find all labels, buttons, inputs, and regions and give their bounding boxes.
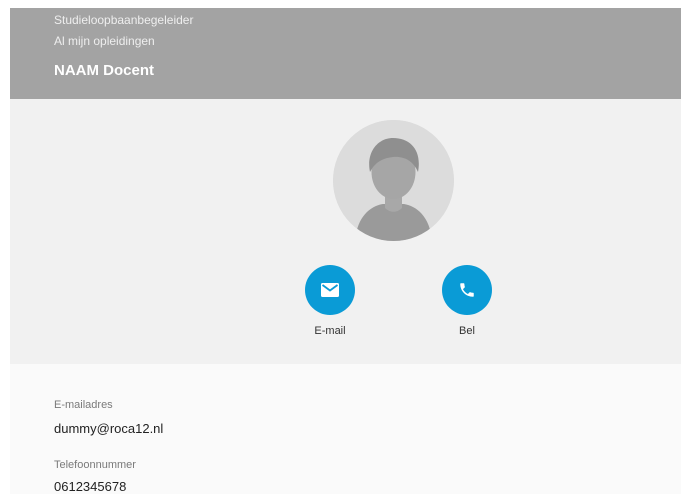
email-button[interactable]: [305, 265, 355, 315]
all-programs-link[interactable]: Al mijn opleidingen: [54, 34, 155, 48]
teacher-name: NAAM Docent: [54, 62, 154, 79]
contact-role: Studieloopbaanbegeleider: [54, 13, 194, 27]
phone-icon: [460, 283, 474, 297]
contact-header: Studieloopbaanbegeleider Al mijn opleidi…: [10, 8, 681, 99]
email-action-label: E-mail: [314, 325, 346, 337]
email-action[interactable]: E-mail: [300, 265, 360, 337]
top-strip: [0, 0, 681, 8]
person-silhouette-icon: [333, 120, 454, 241]
email-field-label: E-mailadres: [54, 399, 113, 411]
call-action[interactable]: Bel: [437, 265, 497, 337]
call-button[interactable]: [442, 265, 492, 315]
avatar: [333, 120, 454, 241]
email-value[interactable]: dummy@roca12.nl: [54, 421, 163, 436]
envelope-icon: [321, 283, 339, 297]
phone-field-label: Telefoonnummer: [54, 459, 136, 471]
phone-value[interactable]: 0612345678: [54, 479, 126, 494]
call-action-label: Bel: [459, 325, 475, 337]
contact-details: E-mailadres dummy@roca12.nl Telefoonnumm…: [10, 364, 681, 494]
profile-section: E-mail Bel: [10, 99, 681, 364]
